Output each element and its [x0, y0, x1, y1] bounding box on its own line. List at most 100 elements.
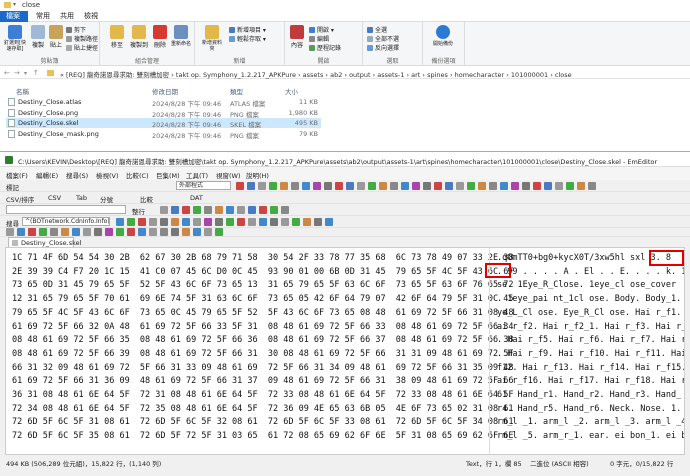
hex-line[interactable]: 12 31 65 79 65 5F 70 61 69 6E 74 5F 31 6… [12, 293, 514, 307]
menu-item[interactable]: 巨集(M) [156, 170, 180, 180]
menu-item[interactable]: 檢視(V) [96, 170, 119, 180]
toolbar-icons-1[interactable] [236, 182, 596, 190]
text-line[interactable]: . 99 . . . . A . El . . E. . . . k. 1Eye… [497, 266, 684, 280]
hex-line[interactable]: 72 34 08 48 61 6E 64 5F 72 35 08 48 61 6… [12, 403, 514, 417]
document-tab[interactable]: Destiny_Close.skel [8, 237, 81, 247]
column-name[interactable]: 名稱 [16, 86, 29, 96]
tab-share[interactable]: 共用 [54, 11, 80, 22]
rename-button[interactable]: 重新命名 [170, 25, 192, 47]
external-tools-combo[interactable]: 外部程式 [176, 181, 231, 190]
compare-button[interactable]: 比較 [140, 194, 153, 204]
delete-button[interactable]: 刪除 [152, 25, 168, 49]
column-date[interactable]: 修改日期 [152, 86, 178, 96]
delete-icon [153, 25, 167, 39]
hex-line[interactable]: 66 31 32 09 48 61 69 72 5F 66 31 33 09 4… [12, 362, 514, 376]
up-icon[interactable]: ↑ [33, 69, 39, 77]
file-row[interactable]: Destiny_Close.png 2024/8/28 下午 09:46 PNG 檔… [6, 108, 321, 119]
semicolon-button[interactable]: 分號 [100, 194, 113, 204]
text-line[interactable]: f12. Hai r_f13. Hai r_f14. Hai r_f15. H [497, 362, 684, 376]
search-option-icons[interactable] [116, 218, 333, 226]
text-line[interactable]: ye_L_Cl ose. Eye_R_Cl ose. Hai r_f1. H [497, 307, 682, 321]
address-bar[interactable]: ← → ▾ ↑ « [REQ] 龍奇諾恩尋求助: 雙刻槽加密 › takt op… [0, 67, 690, 79]
file-name: Destiny_Close.atlas [18, 98, 82, 106]
properties-button[interactable]: 內容 [289, 25, 305, 49]
hex-line[interactable]: 2E 39 39 C4 F7 20 1C 15 41 C0 07 45 6C D… [12, 266, 514, 280]
hex-column[interactable]: 1C 71 4F 6D 54 54 30 2B 62 67 30 2B 68 7… [12, 252, 514, 444]
column-type[interactable]: 類型 [230, 86, 243, 96]
text-line[interactable]: ai r_f2. Hai r_f2_1. Hai r_f3. Hai r_f4 [497, 321, 684, 335]
select-none-button[interactable]: 全部不選 [367, 34, 399, 43]
open-button[interactable]: 開啟 ▾ [309, 25, 334, 34]
hex-line[interactable]: 73 65 0D 31 45 79 65 5F 52 5F 43 6C 6F 7… [12, 279, 514, 293]
new-item-button[interactable]: 新增項目 ▾ [229, 25, 266, 34]
tab-home[interactable]: 常用 [30, 11, 56, 22]
history-button[interactable]: 歷程記錄 [309, 43, 341, 52]
text-line[interactable]: . 1eye_pai nt_1cl ose. Body. Body_1. E [497, 293, 682, 307]
breadcrumb[interactable]: « [REQ] 龍奇諾恩尋求助: 雙刻槽加密 › takt op. Sympho… [60, 69, 572, 79]
copy-path-button[interactable]: 複製路徑 [66, 34, 98, 43]
hex-line[interactable]: 36 31 08 48 61 6E 64 5F 72 31 08 48 61 6… [12, 389, 514, 403]
menu-item[interactable]: 工具(T) [186, 170, 208, 180]
copy-to-button[interactable]: 複製到 [130, 25, 148, 49]
text-line[interactable]: rm_l _1. arm_l _2. arm_l _3. arm_l _4. a [497, 416, 684, 430]
text-line[interactable]: 61. Hand_r1. Hand_r2. Hand_r3. Hand_ [497, 389, 682, 403]
tab-file[interactable]: 檔案 [0, 11, 28, 22]
column-size[interactable]: 大小 [285, 86, 298, 96]
move-to-button[interactable]: 移至 [108, 25, 126, 49]
search-input[interactable]: ^(BOTnetwork.CdnInfo.Info):IOS:$ [22, 217, 110, 226]
hex-line[interactable]: 08 48 61 69 72 5F 66 35 08 48 61 69 72 5… [12, 334, 514, 348]
select-all-button[interactable]: 全選 [367, 25, 387, 34]
tab-view[interactable]: 檢視 [78, 11, 104, 22]
hex-line[interactable]: 61 69 72 5F 66 32 0A 48 61 69 72 5F 66 3… [12, 321, 514, 335]
menu-item[interactable]: 說明(H) [246, 170, 269, 180]
quick-access-icons[interactable]: ▾ [13, 1, 16, 8]
folder-icon [47, 70, 54, 76]
file-row[interactable]: Destiny_Close.skel 2024/8/28 下午 09:46 SKEL… [6, 118, 321, 129]
new-folder-button[interactable]: 新增資料夾 [201, 25, 223, 52]
hex-editor[interactable]: 1C 71 4F 6D 54 54 30 2B 62 67 30 2B 68 7… [5, 247, 685, 455]
hex-line[interactable]: 72 6D 5F 6C 5F 31 08 61 72 6D 5F 6C 5F 3… [12, 416, 514, 430]
invert-selection-button[interactable]: 反向選擇 [367, 43, 399, 52]
hex-line[interactable]: 72 6D 5F 6C 5F 35 08 61 72 6D 5F 72 5F 3… [12, 430, 514, 444]
edit-button[interactable]: 編輯 [309, 34, 329, 43]
toolbar-icons-4[interactable] [6, 228, 223, 236]
macro-combo[interactable] [6, 205, 126, 214]
csv-sort-button[interactable]: CSV/排序 [6, 194, 34, 204]
menu-item[interactable]: 檔案(F) [6, 170, 28, 180]
text-line[interactable]: . Hai r_f9. Hai r_f10. Hai r_f11. Hai r_ [497, 348, 684, 362]
backup-button[interactable]: 開始備份 [429, 25, 457, 47]
forward-icon[interactable]: → [14, 69, 20, 77]
menu-item[interactable]: 編輯(E) [36, 170, 58, 180]
menu-item[interactable]: 比較(C) [126, 170, 149, 180]
text-line[interactable]: se. 1Eye_R_Close. 1eye_cl ose_cover [497, 279, 682, 293]
file-type: PNG 檔案 [230, 110, 259, 119]
csv-button[interactable]: CSV [48, 194, 61, 202]
text-line[interactable]: ai r_f16. Hai r_f17. Hai r_f18. Hai r_f [497, 375, 684, 389]
copy-button[interactable]: 複製 [30, 25, 46, 49]
text-line[interactable]: rm_l _5. arm_r_1. ear. ei bon_1. ei bon [497, 430, 684, 444]
hex-line[interactable]: 79 65 5F 4C 5F 43 6C 6F 73 65 0C 45 79 6… [12, 307, 514, 321]
easy-access-button[interactable]: 輕鬆存取 ▾ [229, 34, 266, 43]
menu-item[interactable]: 視窗(W) [216, 170, 241, 180]
dat-button[interactable]: DAT [190, 194, 203, 202]
pin-button[interactable]: 釘選到[快速存取] [2, 25, 28, 52]
text-column[interactable]: .qOmTT0+bg0+kycX0T/3xw5hl sxl 3. 8. 99 .… [497, 252, 684, 444]
text-line[interactable]: . Hai r_f5. Hai r_f6. Hai r_f7. Hai r_f8 [497, 334, 684, 348]
status-position[interactable]: Text，行 1，欄 85 [466, 458, 522, 468]
back-icon[interactable]: ← [4, 69, 10, 77]
toolbar-icons-3[interactable] [160, 206, 289, 214]
hex-line[interactable]: 61 69 72 5F 66 31 36 09 48 61 69 72 5F 6… [12, 375, 514, 389]
paste-shortcut-button[interactable]: 貼上捷徑 [66, 43, 98, 52]
wrap-label[interactable]: 整行 [132, 206, 145, 216]
menu-item[interactable]: 搜尋(S) [66, 170, 88, 180]
tab-separator-button[interactable]: Tab [76, 194, 87, 202]
file-row[interactable]: Destiny_Close.atlas 2024/8/28 下午 09:46 ATL… [6, 97, 321, 108]
text-line[interactable]: r4. Hand_r5. Hand_r6. Neck. Nose. 1. a [497, 403, 682, 417]
recent-icon[interactable]: ▾ [24, 70, 27, 77]
hex-line[interactable]: 08 48 61 69 72 5F 66 39 08 48 61 69 72 5… [12, 348, 514, 362]
file-row[interactable]: Destiny_Close_mask.png 2024/8/28 下午 09:46… [6, 129, 321, 140]
cut-button[interactable]: 剪下 [66, 25, 86, 34]
status-encoding[interactable]: 二進位 (ASCII 相容) [530, 458, 589, 468]
paste-button[interactable]: 貼上 [48, 25, 64, 49]
hex-line[interactable]: 1C 71 4F 6D 54 54 30 2B 62 67 30 2B 68 7… [12, 252, 514, 266]
